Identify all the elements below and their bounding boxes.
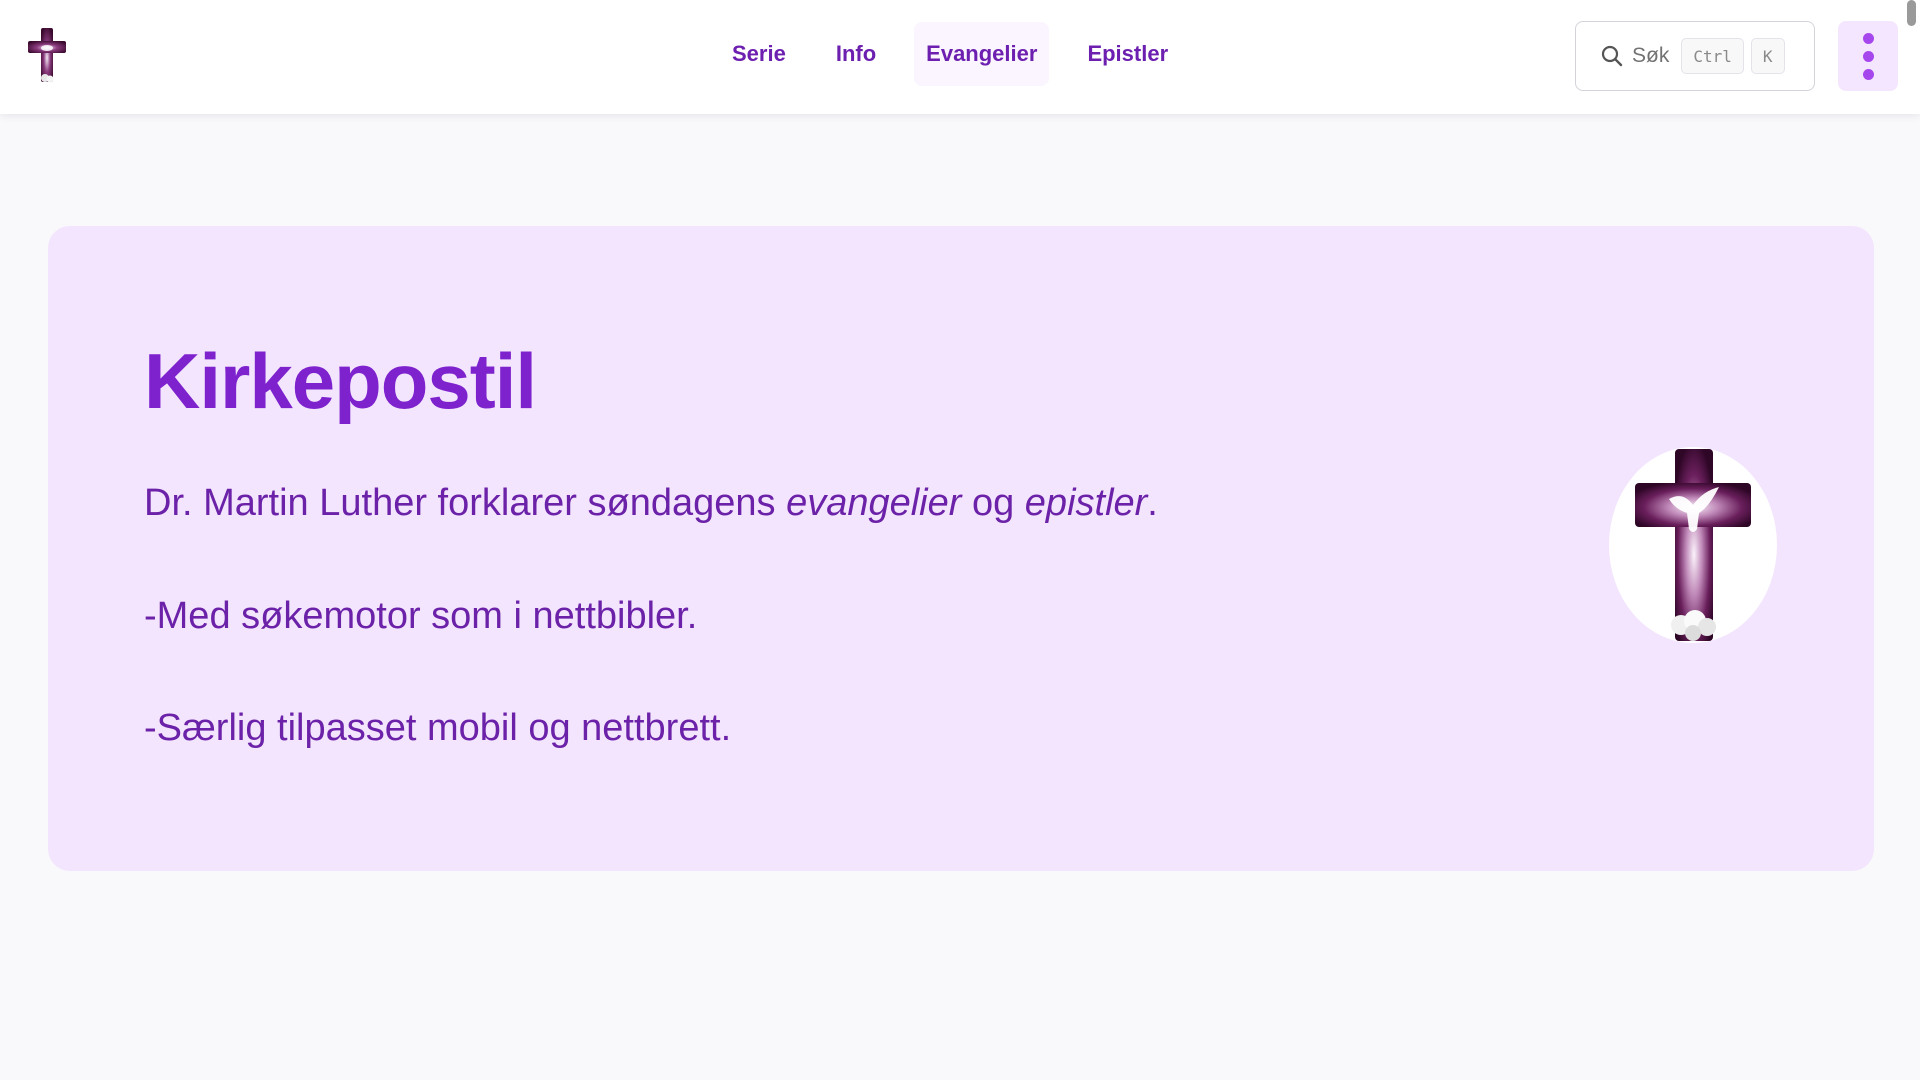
shortcut-key-ctrl: Ctrl [1681,38,1744,74]
menu-dot [1863,51,1874,62]
hero-card: Kirkepostil Dr. Martin Luther forklarer … [48,226,1874,871]
top-header: Serie Info Evangelier Epistler Søk Ctrl … [0,0,1920,114]
hero-feature-mobile: -Særlig tilpasset mobil og nettbrett. [144,707,732,749]
hero-intro-text: Dr. Martin Luther forklarer søndagens [144,482,787,524]
cross-with-dove-image [1609,447,1777,643]
hero-intro-og: og [961,482,1025,524]
nav-serie[interactable]: Serie [720,22,798,86]
hero-intro-period: . [1147,482,1158,524]
search-icon [1601,45,1623,67]
menu-dot [1863,33,1874,44]
menu-dot [1863,69,1874,80]
nav-info[interactable]: Info [824,22,888,86]
shortcut-key-k: K [1750,38,1785,74]
main-nav: Serie Info Evangelier Epistler [720,22,1206,86]
search-button[interactable]: Søk Ctrl K [1575,21,1815,91]
page-title: Kirkepostil [144,337,537,425]
hero-feature-search: -Med søkemotor som i nettbibler. [144,595,698,637]
search-label: Søk [1632,44,1670,67]
hero-intro: Dr. Martin Luther forklarer søndagens ev… [144,482,1158,525]
hero-intro-epistler: epistler [1024,482,1148,524]
cross-logo[interactable] [24,26,70,86]
vertical-dots-icon[interactable] [1838,21,1898,91]
scrollbar-thumb[interactable] [1907,0,1916,26]
nav-evangelier[interactable]: Evangelier [914,22,1050,86]
hero-intro-evangelier: evangelier [786,482,962,524]
nav-epistler[interactable]: Epistler [1075,22,1180,86]
